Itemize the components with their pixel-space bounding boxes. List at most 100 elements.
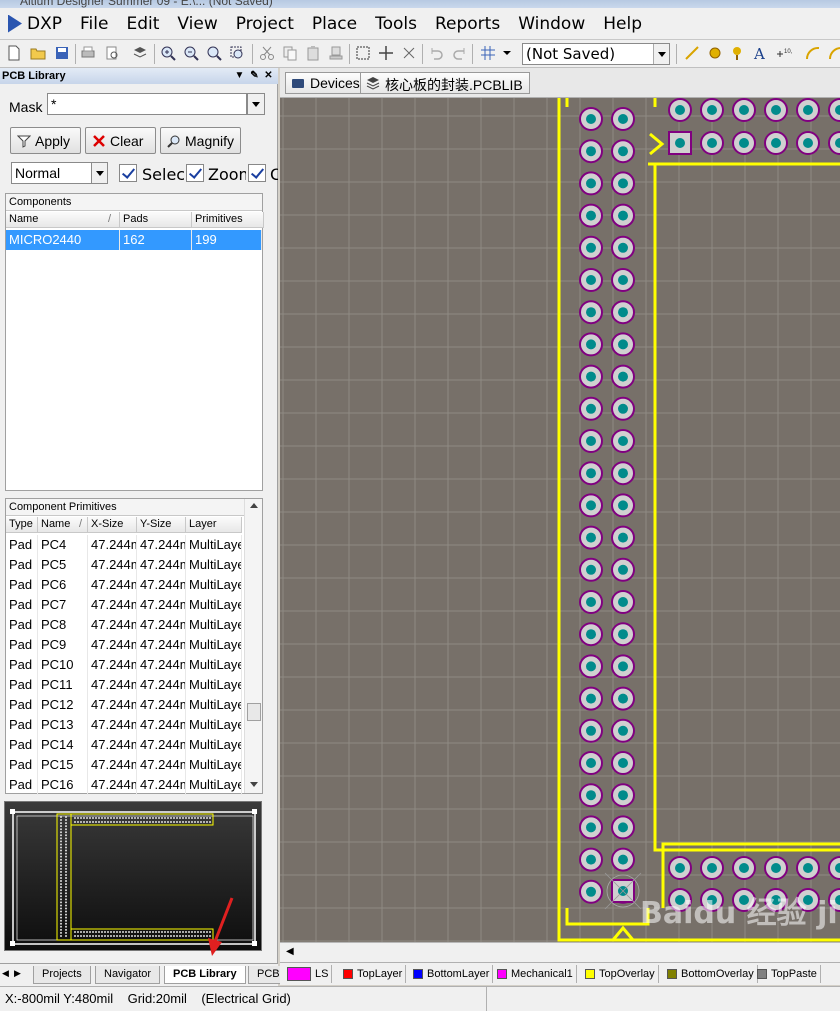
tab-scroll-right-icon[interactable]: ▶ <box>14 968 21 979</box>
zoom-checkbox[interactable] <box>186 164 204 182</box>
mask-dropdown-button[interactable] <box>247 93 265 115</box>
menu-dxp[interactable]: DXP <box>22 14 71 34</box>
column-header-pads[interactable]: Pads <box>120 212 192 228</box>
rubber-stamp-icon[interactable] <box>328 45 344 61</box>
string-tool-icon[interactable]: A <box>753 45 769 61</box>
layer-tab[interactable]: TopPaste <box>754 965 821 983</box>
arc-center-tool-icon[interactable] <box>828 45 840 61</box>
table-row[interactable]: PadPC1447.244mil47.244milMultiLayer <box>6 735 242 755</box>
column-header-type[interactable]: Type <box>6 517 38 533</box>
table-row[interactable]: PadPC1247.244mil47.244milMultiLayer <box>6 695 242 715</box>
column-header-name[interactable]: Name / <box>38 517 88 533</box>
tab-devices[interactable]: Devices <box>285 72 367 94</box>
menu-file[interactable]: File <box>71 14 117 34</box>
print-preview-icon[interactable] <box>104 45 120 61</box>
mode-dropdown-button[interactable] <box>91 162 108 184</box>
zoom-fit-icon[interactable] <box>229 45 245 61</box>
table-row[interactable]: MICRO2440 162 199 <box>6 230 262 250</box>
clear-button[interactable]: Clear <box>85 127 156 154</box>
table-row[interactable]: PadPC847.244mil47.244milMultiLayer <box>6 615 242 635</box>
table-row[interactable]: PadPC1147.244mil47.244milMultiLayer <box>6 675 242 695</box>
cut-icon[interactable] <box>259 45 275 61</box>
pcb-editor-canvas[interactable]: Baidu 经验 jingyan.baidu.com <box>280 98 840 942</box>
column-header-name[interactable]: Name / <box>6 212 120 228</box>
layer-tab[interactable]: BottomLayer <box>410 965 494 983</box>
grid-icon[interactable] <box>480 45 496 61</box>
mode-select[interactable]: Normal <box>11 162 95 184</box>
document-state-select[interactable]: (Not Saved) <box>522 43 670 65</box>
coordinate-tool-icon[interactable]: 10,10 <box>776 45 792 61</box>
dxp-logo-icon[interactable] <box>8 14 22 33</box>
arc-tool-icon[interactable] <box>805 45 821 61</box>
move-icon[interactable] <box>378 45 394 61</box>
menu-help[interactable]: Help <box>594 14 651 34</box>
menu-view[interactable]: View <box>168 14 226 34</box>
copy-icon[interactable] <box>282 45 298 61</box>
open-folder-icon[interactable] <box>30 45 46 61</box>
menu-edit[interactable]: Edit <box>117 14 168 34</box>
menu-reports[interactable]: Reports <box>426 14 509 34</box>
redo-icon[interactable] <box>452 45 468 61</box>
grid-dropdown-icon[interactable] <box>499 45 515 61</box>
menu-project[interactable]: Project <box>227 14 303 34</box>
canvas-horizontal-scrollbar[interactable]: ◀ <box>280 942 840 962</box>
pin-icon[interactable]: ✎ <box>249 70 260 81</box>
pcb-drawing[interactable] <box>280 98 840 942</box>
layer-tab[interactable]: TopLayer <box>340 965 407 983</box>
tab-navigator[interactable]: Navigator <box>95 966 161 984</box>
chevron-down-icon[interactable] <box>653 44 669 64</box>
apply-button[interactable]: Apply <box>10 127 81 154</box>
save-icon[interactable] <box>54 45 70 61</box>
zoom-in-icon[interactable] <box>160 45 176 61</box>
table-row[interactable]: PadPC747.244mil47.244milMultiLayer <box>6 595 242 615</box>
table-row[interactable]: PadPC1047.244mil47.244milMultiLayer <box>6 655 242 675</box>
tab-pcb-library[interactable]: PCB Library <box>164 966 246 984</box>
primitives-scrollbar[interactable] <box>244 499 262 793</box>
menu-place[interactable]: Place <box>303 14 366 34</box>
layer-tab[interactable]: LS <box>284 965 333 983</box>
menu-window[interactable]: Window <box>509 14 594 34</box>
menu-tools[interactable]: Tools <box>366 14 426 34</box>
close-icon[interactable]: ✕ <box>263 70 274 81</box>
panel-menu-icon[interactable]: ▼ <box>234 70 245 81</box>
tab-scroll-left-icon[interactable]: ◀ <box>2 968 9 979</box>
primitive-name: PC7 <box>38 595 88 615</box>
tab-projects[interactable]: Projects <box>33 966 91 984</box>
magnify-button[interactable]: Magnify <box>160 127 241 154</box>
layer-tab[interactable]: BottomOverlay <box>664 965 758 983</box>
table-row[interactable]: PadPC1347.244mil47.244milMultiLayer <box>6 715 242 735</box>
layer-tab[interactable]: TopOverlay <box>582 965 659 983</box>
line-tool-icon[interactable] <box>684 45 700 61</box>
table-row[interactable]: PadPC1547.244mil47.244milMultiLayer <box>6 755 242 775</box>
select-checkbox[interactable] <box>119 164 137 182</box>
table-row[interactable]: PadPC547.244mil47.244milMultiLayer <box>6 555 242 575</box>
column-header-x-size[interactable]: X-Size <box>88 517 137 533</box>
pad-hole <box>586 790 596 801</box>
pad-tool-icon[interactable] <box>707 45 723 61</box>
undo-icon[interactable] <box>428 45 444 61</box>
table-row[interactable]: PadPC1647.244mil47.244milMultiLayer <box>6 775 242 795</box>
column-header-primitives[interactable]: Primitives <box>192 212 264 228</box>
deselect-icon[interactable] <box>401 45 417 61</box>
table-row[interactable]: PadPC447.244mil47.244milMultiLayer <box>6 535 242 555</box>
layer-tab[interactable]: Mechanical1 <box>494 965 577 983</box>
select-area-icon[interactable] <box>355 45 371 61</box>
new-file-icon[interactable] <box>6 45 22 61</box>
scroll-left-icon[interactable]: ◀ <box>286 946 294 957</box>
scroll-down-icon[interactable] <box>249 781 259 789</box>
layers-icon[interactable] <box>132 45 148 61</box>
column-header-layer[interactable]: Layer <box>186 517 242 533</box>
scroll-thumb[interactable] <box>247 703 261 721</box>
zoom-area-icon[interactable] <box>206 45 222 61</box>
print-icon[interactable] <box>80 45 96 61</box>
clear-existing-checkbox[interactable] <box>248 164 266 182</box>
tab-pcblib-document[interactable]: 核心板的封装.PCBLIB <box>360 72 530 94</box>
via-tool-icon[interactable] <box>730 45 746 61</box>
mask-input[interactable]: * <box>47 93 247 115</box>
table-row[interactable]: PadPC647.244mil47.244milMultiLayer <box>6 575 242 595</box>
zoom-out-icon[interactable] <box>183 45 199 61</box>
column-header-y-size[interactable]: Y-Size <box>137 517 186 533</box>
scroll-up-icon[interactable] <box>249 501 259 509</box>
table-row[interactable]: PadPC947.244mil47.244milMultiLayer <box>6 635 242 655</box>
paste-icon[interactable] <box>305 45 321 61</box>
